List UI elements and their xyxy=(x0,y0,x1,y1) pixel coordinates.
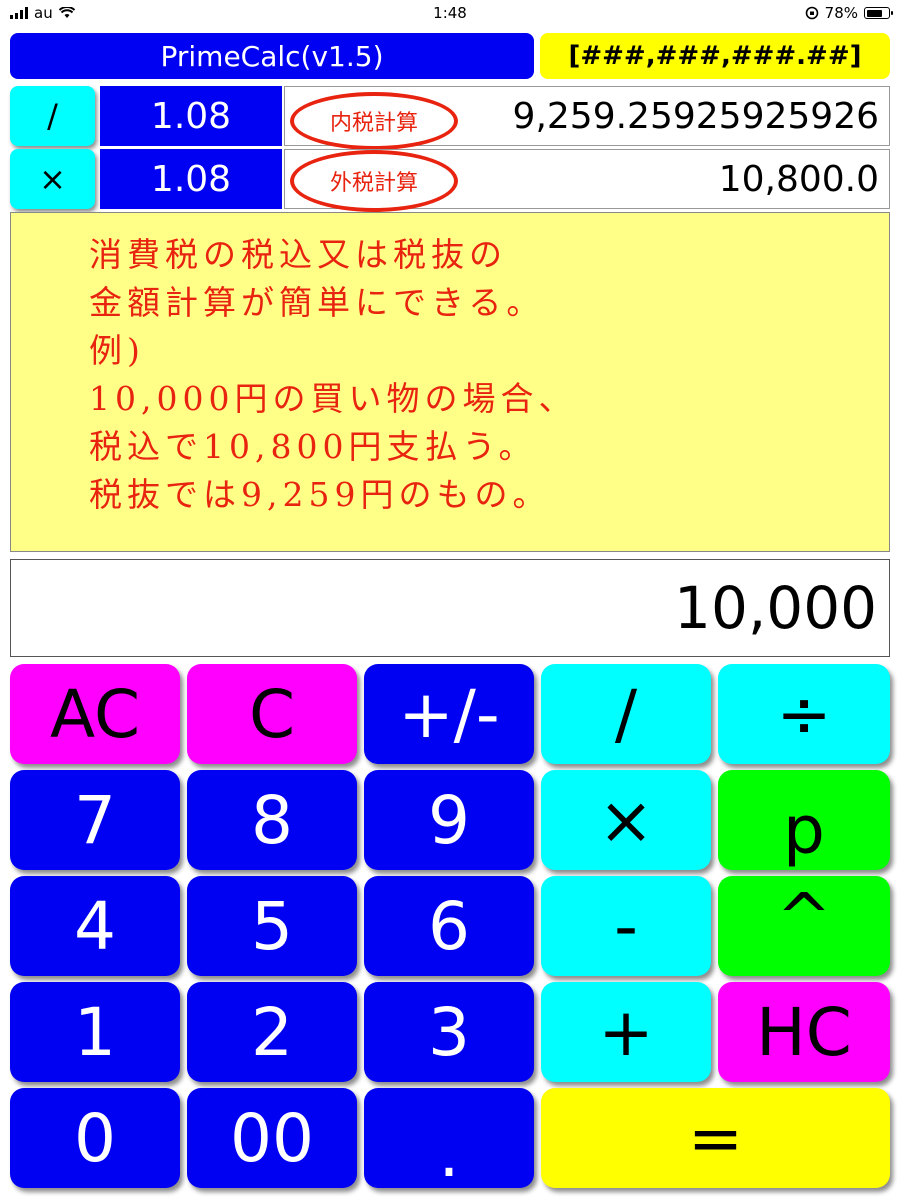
digit-6-button[interactable]: 6 xyxy=(364,876,534,976)
status-bar: au 1:48 78% xyxy=(0,0,900,28)
slash-button[interactable]: / xyxy=(541,664,711,764)
tax-exclusive-stamp: 内税計算 xyxy=(290,92,458,150)
clear-label: C xyxy=(248,675,296,753)
digit-7-label: 7 xyxy=(74,781,116,859)
all-clear-button[interactable]: AC xyxy=(10,664,180,764)
digit-7-button[interactable]: 7 xyxy=(10,770,180,870)
multiply-button[interactable]: × xyxy=(541,770,711,870)
orientation-lock-icon xyxy=(805,6,818,20)
number-format-button[interactable]: [###,###,###.##] xyxy=(540,33,890,79)
battery-percent: 78% xyxy=(824,4,858,22)
hc-button[interactable]: HC xyxy=(718,982,890,1082)
tax-exclusive-rate-field[interactable]: 1.08 xyxy=(100,86,282,146)
digit-4-label: 4 xyxy=(74,887,116,965)
digit-4-button[interactable]: 4 xyxy=(10,876,180,976)
clear-button[interactable]: C xyxy=(187,664,357,764)
digit-2-label: 2 xyxy=(251,993,293,1071)
plus-label: + xyxy=(598,993,654,1071)
decimal-point-label: . xyxy=(438,1114,460,1192)
battery-fill xyxy=(866,9,883,17)
calculator-display: 10,000 xyxy=(10,559,890,657)
power-button[interactable]: ^ xyxy=(718,876,890,976)
explanation-note: 消費税の税込又は税抜の 金額計算が簡単にできる。 例) 10,000円の買い物の… xyxy=(10,212,890,552)
status-time: 1:48 xyxy=(433,4,467,22)
tax-exclusive-result-value: 9,259.25925925926 xyxy=(512,95,879,137)
digit-5-button[interactable]: 5 xyxy=(187,876,357,976)
carrier-label: au xyxy=(34,4,53,22)
digit-9-button[interactable]: 9 xyxy=(364,770,534,870)
minus-label: - xyxy=(614,887,638,965)
tax-inclusive-stamp: 外税計算 xyxy=(290,150,458,212)
status-right-group: 78% xyxy=(805,4,893,22)
display-value: 10,000 xyxy=(674,574,877,642)
plus-button[interactable]: + xyxy=(541,982,711,1082)
tax-exclusive-stamp-label: 内税計算 xyxy=(329,111,418,136)
signal-icon xyxy=(10,7,28,19)
tax-inclusive-rate-value: 1.08 xyxy=(150,158,232,200)
digit-0-label: 0 xyxy=(74,1099,116,1177)
prime-label: p xyxy=(783,791,825,869)
equals-label: = xyxy=(687,1099,744,1177)
tax-exclusive-operator-label: / xyxy=(47,97,58,135)
app-title: PrimeCalc(v1.5) xyxy=(160,39,384,73)
divide-label: ÷ xyxy=(776,675,832,753)
double-zero-label: 00 xyxy=(230,1099,314,1177)
number-format-label: [###,###,###.##] xyxy=(568,41,862,71)
decimal-point-button[interactable]: . xyxy=(364,1088,534,1192)
equals-button[interactable]: = xyxy=(541,1088,890,1188)
all-clear-label: AC xyxy=(49,675,141,753)
digit-3-label: 3 xyxy=(428,993,470,1071)
tax-inclusive-operator-button[interactable]: × xyxy=(10,149,95,209)
double-zero-button[interactable]: 00 xyxy=(187,1088,357,1188)
tax-inclusive-stamp-label: 外税計算 xyxy=(329,171,418,196)
wifi-icon xyxy=(58,7,75,18)
tax-inclusive-result-value: 10,800.0 xyxy=(718,158,879,200)
carrier-group: au xyxy=(10,4,75,22)
digit-9-label: 9 xyxy=(428,781,470,859)
note-line: 税抜では9,259円のもの。 xyxy=(89,475,551,514)
tax-inclusive-operator-label: × xyxy=(39,160,66,198)
minus-button[interactable]: - xyxy=(541,876,711,976)
power-label: ^ xyxy=(776,878,832,956)
digit-1-button[interactable]: 1 xyxy=(10,982,180,1082)
tax-exclusive-rate-value: 1.08 xyxy=(150,95,232,137)
note-line: 消費税の税込又は税抜の xyxy=(89,235,507,274)
digit-1-label: 1 xyxy=(74,993,116,1071)
digit-2-button[interactable]: 2 xyxy=(187,982,357,1082)
note-line: 税込で10,800円支払う。 xyxy=(89,427,537,466)
digit-6-label: 6 xyxy=(428,887,470,965)
tax-exclusive-operator-button[interactable]: / xyxy=(10,86,95,146)
note-line: 例) xyxy=(89,331,145,370)
tax-inclusive-rate-field[interactable]: 1.08 xyxy=(100,149,282,209)
prime-button[interactable]: p xyxy=(718,770,890,870)
battery-icon xyxy=(864,7,893,19)
slash-label: / xyxy=(614,675,638,753)
digit-5-label: 5 xyxy=(251,887,293,965)
divide-button[interactable]: ÷ xyxy=(718,664,890,764)
sign-toggle-label: +/- xyxy=(398,675,500,753)
digit-3-button[interactable]: 3 xyxy=(364,982,534,1082)
digit-0-button[interactable]: 0 xyxy=(10,1088,180,1188)
note-line: 金額計算が簡単にできる。 xyxy=(89,283,545,322)
digit-8-button[interactable]: 8 xyxy=(187,770,357,870)
note-line: 10,000円の買い物の場合、 xyxy=(89,379,577,418)
multiply-label: × xyxy=(598,781,654,859)
sign-toggle-button[interactable]: +/- xyxy=(364,664,534,764)
app-title-bar: PrimeCalc(v1.5) xyxy=(10,33,534,79)
digit-8-label: 8 xyxy=(251,781,293,859)
hc-label: HC xyxy=(756,993,852,1071)
